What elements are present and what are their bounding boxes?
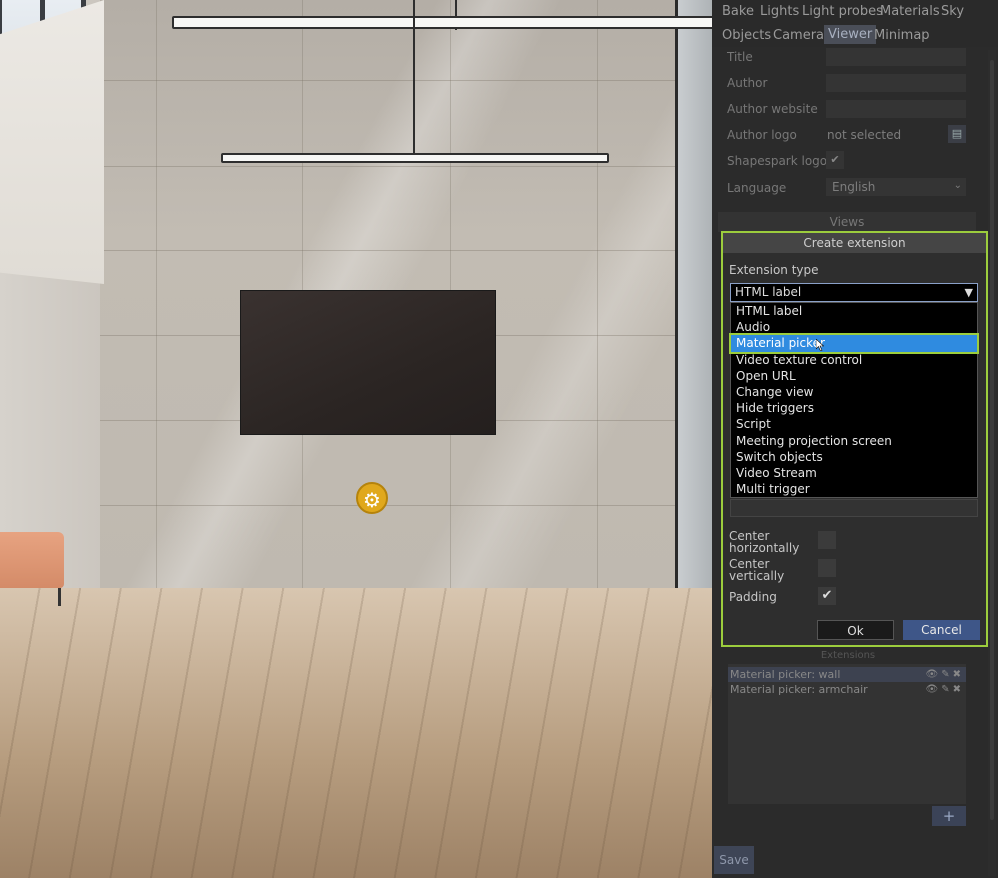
pendant-light	[221, 153, 609, 163]
extensions-list: Material picker: wall 👁✎✖ Material picke…	[728, 664, 966, 804]
option-material-picker[interactable]: Material picker	[729, 333, 979, 354]
menu-viewer[interactable]: Viewer	[824, 25, 877, 44]
cancel-button[interactable]: Cancel	[903, 620, 980, 640]
wooden-floor	[0, 588, 712, 878]
title-label: Title	[727, 50, 753, 64]
html-textarea[interactable]	[730, 499, 978, 517]
menu-camera[interactable]: Camera	[769, 26, 828, 45]
menu-materials[interactable]: Materials	[876, 2, 944, 21]
center-vertically-checkbox[interactable]	[818, 559, 836, 577]
option-video-stream[interactable]: Video Stream	[731, 465, 977, 481]
center-horizontally-label: Center horizontally	[729, 530, 799, 554]
menu-lights[interactable]: Lights	[756, 2, 803, 21]
author-website-label: Author website	[727, 102, 818, 116]
option-video-texture-control[interactable]: Video texture control	[731, 352, 977, 368]
balcony	[0, 0, 104, 284]
option-audio[interactable]: Audio	[731, 319, 977, 335]
extension-type-options: HTML label Audio Material picker Video t…	[729, 302, 979, 498]
menu-bake[interactable]: Bake	[718, 2, 758, 21]
chevron-down-icon: ▼	[964, 286, 973, 299]
menu-bar: Bake Lights Light probes Materials Sky O…	[712, 0, 998, 47]
chevron-down-icon: ⌄	[953, 180, 962, 191]
list-item[interactable]: Material picker: armchair 👁✎✖	[728, 682, 966, 697]
extensions-header: Extensions	[820, 650, 876, 660]
padding-label: Padding	[729, 590, 777, 604]
author-website-field[interactable]	[826, 100, 966, 118]
create-extension-dialog: Create extension Extension type HTML lab…	[721, 231, 988, 647]
option-multi-trigger[interactable]: Multi trigger	[731, 481, 977, 497]
mouse-cursor-icon	[816, 339, 824, 352]
wall-tv	[240, 290, 496, 435]
extension-name: Material picker: wall	[730, 668, 841, 681]
label-line: horizontally	[729, 541, 800, 555]
scrollbar-thumb[interactable]	[990, 60, 994, 820]
armchair-leg	[58, 588, 61, 606]
dialog-title: Create extension	[723, 233, 986, 253]
row-actions[interactable]: 👁✎✖	[926, 667, 964, 682]
label-line: vertically	[729, 569, 785, 583]
3d-viewport[interactable]: ⚙	[0, 0, 712, 878]
glass-partition	[675, 0, 712, 588]
center-horizontally-checkbox[interactable]	[818, 531, 836, 549]
author-field[interactable]	[826, 74, 966, 92]
author-label: Author	[727, 76, 768, 90]
option-hide-triggers[interactable]: Hide triggers	[731, 400, 977, 416]
menu-light-probes[interactable]: Light probes	[798, 2, 887, 21]
shapespark-logo-label: Shapespark logo	[727, 154, 828, 168]
option-script[interactable]: Script	[731, 416, 977, 432]
option-material-picker-label: Material picker	[736, 336, 825, 351]
author-logo-label: Author logo	[727, 128, 797, 142]
ceiling-light	[172, 16, 712, 29]
language-value: English	[832, 180, 876, 194]
lamp-cable	[413, 0, 415, 154]
gear-icon[interactable]: ⚙	[356, 482, 388, 514]
extension-type-label: Extension type	[729, 263, 819, 277]
option-change-view[interactable]: Change view	[731, 384, 977, 400]
option-meeting-projection-screen[interactable]: Meeting projection screen	[731, 433, 977, 449]
views-section-header[interactable]: Views	[718, 212, 976, 232]
option-switch-objects[interactable]: Switch objects	[731, 449, 977, 465]
row-actions[interactable]: 👁✎✖	[926, 682, 964, 697]
language-label: Language	[727, 181, 787, 195]
language-select[interactable]: English ⌄	[826, 178, 966, 196]
center-vertically-label: Center vertically	[729, 558, 784, 582]
padding-checkbox[interactable]: ✔	[818, 587, 836, 605]
option-open-url[interactable]: Open URL	[731, 368, 977, 384]
title-field[interactable]	[826, 48, 966, 66]
file-icon[interactable]: ▤	[948, 125, 966, 143]
extension-type-select[interactable]: HTML label ▼	[730, 283, 978, 302]
menu-minimap[interactable]: Minimap	[870, 26, 934, 45]
menu-sky[interactable]: Sky	[937, 2, 968, 21]
add-extension-button[interactable]: +	[932, 806, 966, 826]
menu-objects[interactable]: Objects	[718, 26, 775, 45]
list-item[interactable]: Material picker: wall 👁✎✖	[728, 667, 966, 682]
option-html-label[interactable]: HTML label	[731, 303, 977, 319]
ok-button[interactable]: Ok	[817, 620, 894, 640]
armchair	[0, 532, 64, 588]
extension-name: Material picker: armchair	[730, 683, 868, 696]
save-button[interactable]: Save	[714, 846, 754, 874]
selected-value: HTML label	[735, 285, 802, 299]
shapespark-logo-checkbox[interactable]: ✔	[826, 151, 844, 169]
author-logo-value: not selected	[827, 128, 902, 142]
